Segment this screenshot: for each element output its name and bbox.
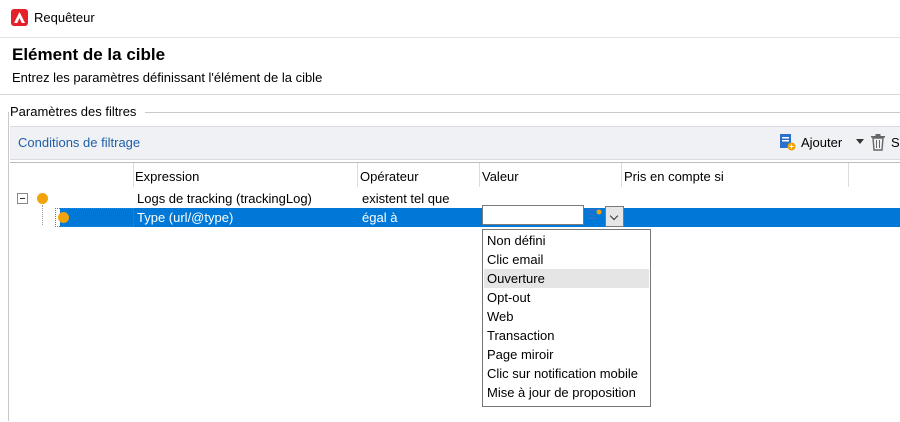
option-ouverture[interactable]: Ouverture xyxy=(484,269,649,288)
window-titlebar: Requêteur xyxy=(0,0,900,38)
list-picker-icon[interactable] xyxy=(588,208,602,222)
section-frame xyxy=(8,112,9,421)
page-title: Elément de la cible xyxy=(12,45,166,64)
conditions-grid: Expression Opérateur Valeur Pris en comp… xyxy=(10,162,900,422)
row-operator: existent tel que xyxy=(362,191,450,206)
row-operator: égal à xyxy=(362,210,398,225)
collapse-icon[interactable] xyxy=(17,193,28,204)
option-clic-email[interactable]: Clic email xyxy=(484,250,649,269)
option-web[interactable]: Web xyxy=(484,307,649,326)
filter-toolbar: Conditions de filtrage Ajouter S xyxy=(10,126,900,160)
column-header-value[interactable]: Valeur xyxy=(482,169,519,184)
filter-params-legend: Paramètres des filtres xyxy=(10,104,137,119)
row-expression: Type (url/@type) xyxy=(137,210,234,225)
adobe-app-icon xyxy=(11,9,28,26)
window-title: Requêteur xyxy=(34,10,95,25)
option-transaction[interactable]: Transaction xyxy=(484,326,649,345)
condition-dot-icon xyxy=(37,193,48,204)
column-separator xyxy=(357,163,358,187)
column-separator xyxy=(848,163,849,187)
value-dropdown-button[interactable] xyxy=(605,206,624,227)
column-header-condition[interactable]: Pris en compte si xyxy=(624,169,724,184)
table-row[interactable]: Logs de tracking (trackingLog) existent … xyxy=(10,189,900,208)
add-button-label: Ajouter xyxy=(801,135,843,150)
section-divider xyxy=(145,112,900,113)
column-header-operator[interactable]: Opérateur xyxy=(360,169,419,184)
column-header-expression[interactable]: Expression xyxy=(135,169,199,184)
trash-icon[interactable] xyxy=(870,133,886,151)
add-icon xyxy=(780,134,796,151)
table-row-selected[interactable]: Type (url/@type) égal à xyxy=(10,208,900,227)
tree-connector-line xyxy=(42,205,43,225)
option-non-defini[interactable]: Non défini xyxy=(484,231,649,250)
page-subtitle: Entrez les paramètres définissant l'élém… xyxy=(12,70,323,85)
column-separator xyxy=(479,163,480,187)
option-mise-a-jour-proposition[interactable]: Mise à jour de proposition xyxy=(484,383,649,402)
column-separator xyxy=(621,163,622,187)
value-input[interactable] xyxy=(482,205,584,225)
delete-button-label[interactable]: S xyxy=(891,135,900,150)
row-expression: Logs de tracking (trackingLog) xyxy=(137,191,312,206)
value-dropdown-list: Non défini Clic email Ouverture Opt-out … xyxy=(482,229,651,407)
header-divider xyxy=(0,94,900,95)
filter-conditions-title: Conditions de filtrage xyxy=(18,135,141,150)
column-separator xyxy=(133,163,134,187)
add-dropdown-caret-icon[interactable] xyxy=(856,139,864,144)
option-opt-out[interactable]: Opt-out xyxy=(484,288,649,307)
option-clic-notification-mobile[interactable]: Clic sur notification mobile xyxy=(484,364,649,383)
option-page-miroir[interactable]: Page miroir xyxy=(484,345,649,364)
condition-dot-icon xyxy=(58,212,69,223)
